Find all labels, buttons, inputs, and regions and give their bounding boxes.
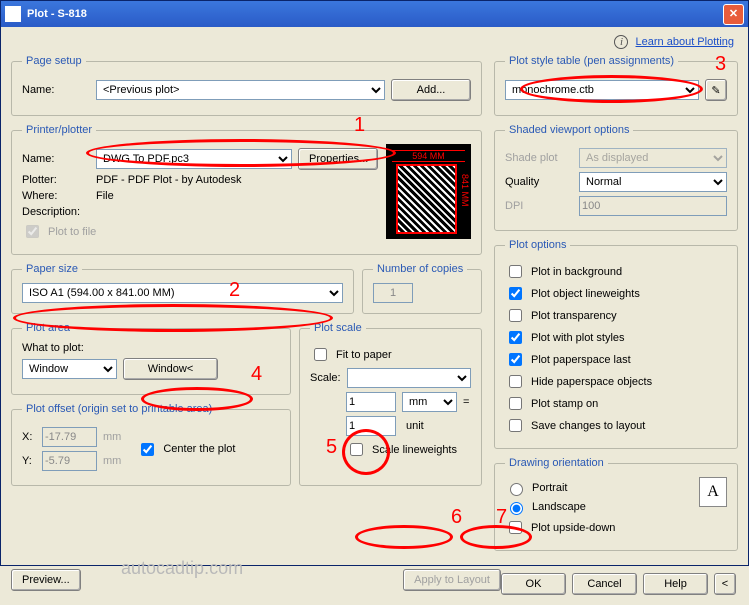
plotoptions-legend: Plot options [505,239,570,251]
opt-stamp-check[interactable] [509,397,522,410]
plotarea-legend: Plot area [22,322,74,334]
plot-to-file-check [26,225,39,238]
plotscale-legend: Plot scale [310,322,366,334]
dpi-label: DPI [505,200,573,212]
papersize-group: Paper size ISO A1 (594.00 x 841.00 MM) [11,263,354,314]
papersize-legend: Paper size [22,263,82,275]
what-select[interactable]: Window [22,359,117,379]
app-icon [5,6,21,22]
printer-name-select[interactable]: DWG To PDF.pc3 [96,149,292,169]
quality-select[interactable]: Normal [579,172,727,192]
plotscale-group: Plot scale Fit to paper Scale: mm= unit … [299,322,482,486]
opt-save-check[interactable] [509,419,522,432]
styletable-select[interactable]: monochrome.ctb [505,80,699,100]
linew-check[interactable] [350,443,363,456]
ok-button[interactable]: OK [501,573,566,595]
close-button[interactable]: ✕ [723,4,744,25]
shade-select: As displayed [579,148,727,168]
y-unit: mm [103,455,121,467]
opt-styles-check[interactable] [509,331,522,344]
printer-legend: Printer/plotter [22,124,96,136]
page-setup-group: Page setup Name: <Previous plot> Add... [11,55,482,116]
dpi-input [579,196,727,216]
copies-legend: Number of copies [373,263,467,275]
portrait-radio[interactable] [510,483,523,496]
quality-label: Quality [505,176,573,188]
learn-link[interactable]: Learn about Plotting [636,36,734,48]
window-button[interactable]: Window< [123,358,218,380]
scale-select[interactable] [347,368,471,388]
window-title: Plot - S-818 [27,8,723,20]
unit-label: unit [402,420,457,432]
styletable-legend: Plot style table (pen assignments) [505,55,678,67]
properties-button[interactable]: Properties... [298,148,378,170]
shaded-legend: Shaded viewport options [505,124,633,136]
learn-row: i Learn about Plotting [11,33,738,55]
y-label: Y: [22,455,36,467]
styletable-edit-button[interactable]: ✎ [705,79,727,101]
mm-input[interactable] [346,392,396,412]
page-setup-legend: Page setup [22,55,86,67]
page-name-label: Name: [22,84,90,96]
upside-check[interactable] [509,521,522,534]
papersize-select[interactable]: ISO A1 (594.00 x 841.00 MM) [22,283,343,303]
x-unit: mm [103,431,121,443]
plotoffset-legend: Plot offset (origin set to printable are… [22,403,216,415]
opt-hideps-check[interactable] [509,375,522,388]
apply-button[interactable]: Apply to Layout [403,569,501,591]
opt-linew-check[interactable] [509,287,522,300]
copies-group: Number of copies [362,263,482,314]
opt-bg-check[interactable] [509,265,522,278]
where-label: Where: [22,190,90,202]
x-input [42,427,97,447]
preview-button[interactable]: Preview... [11,569,81,591]
printer-group: Printer/plotter Name: DWG To PDF.pc3 Pro… [11,124,482,255]
paper-preview-icon: 594 MM 841 MM [386,144,471,239]
eq-label: = [463,396,469,408]
plotoptions-group: Plot options Plot in background Plot obj… [494,239,738,449]
center-label: Center the plot [163,443,235,455]
expand-button[interactable]: < [714,573,736,595]
copies-input [373,283,413,303]
shade-label: Shade plot [505,152,573,164]
landscape-radio[interactable] [510,502,523,515]
plotarea-group: Plot area What to plot: Window Window< [11,322,291,395]
info-icon: i [614,35,628,49]
x-label: X: [22,431,36,443]
help-button[interactable]: Help [643,573,708,595]
linew-label: Scale lineweights [372,444,457,456]
what-label: What to plot: [22,342,280,354]
desc-label: Description: [22,206,90,218]
center-check[interactable] [141,443,154,456]
plotter-label: Plotter: [22,174,90,186]
fit-label: Fit to paper [336,349,392,361]
plotoffset-group: Plot offset (origin set to printable are… [11,403,291,486]
shaded-group: Shaded viewport options Shade plot As dis… [494,124,738,231]
orient-icon: A [699,477,727,507]
plot-to-file-label: Plot to file [48,226,96,238]
styletable-group: Plot style table (pen assignments) monoc… [494,55,738,116]
cancel-button[interactable]: Cancel [572,573,637,595]
opt-pslast-check[interactable] [509,353,522,366]
orient-legend: Drawing orientation [505,457,608,469]
unit-input[interactable] [346,416,396,436]
add-button[interactable]: Add... [391,79,471,101]
fit-check[interactable] [314,348,327,361]
mm-unit-select[interactable]: mm [402,392,457,412]
scale-label: Scale: [310,372,341,384]
titlebar: Plot - S-818 ✕ [1,1,748,27]
printer-name-label: Name: [22,153,90,165]
page-name-select[interactable]: <Previous plot> [96,80,385,100]
orient-group: Drawing orientation Portrait Landscape P… [494,457,738,551]
y-input [42,451,97,471]
opt-trans-check[interactable] [509,309,522,322]
plotter-value: PDF - PDF Plot - by Autodesk [96,174,242,186]
where-value: File [96,190,114,202]
